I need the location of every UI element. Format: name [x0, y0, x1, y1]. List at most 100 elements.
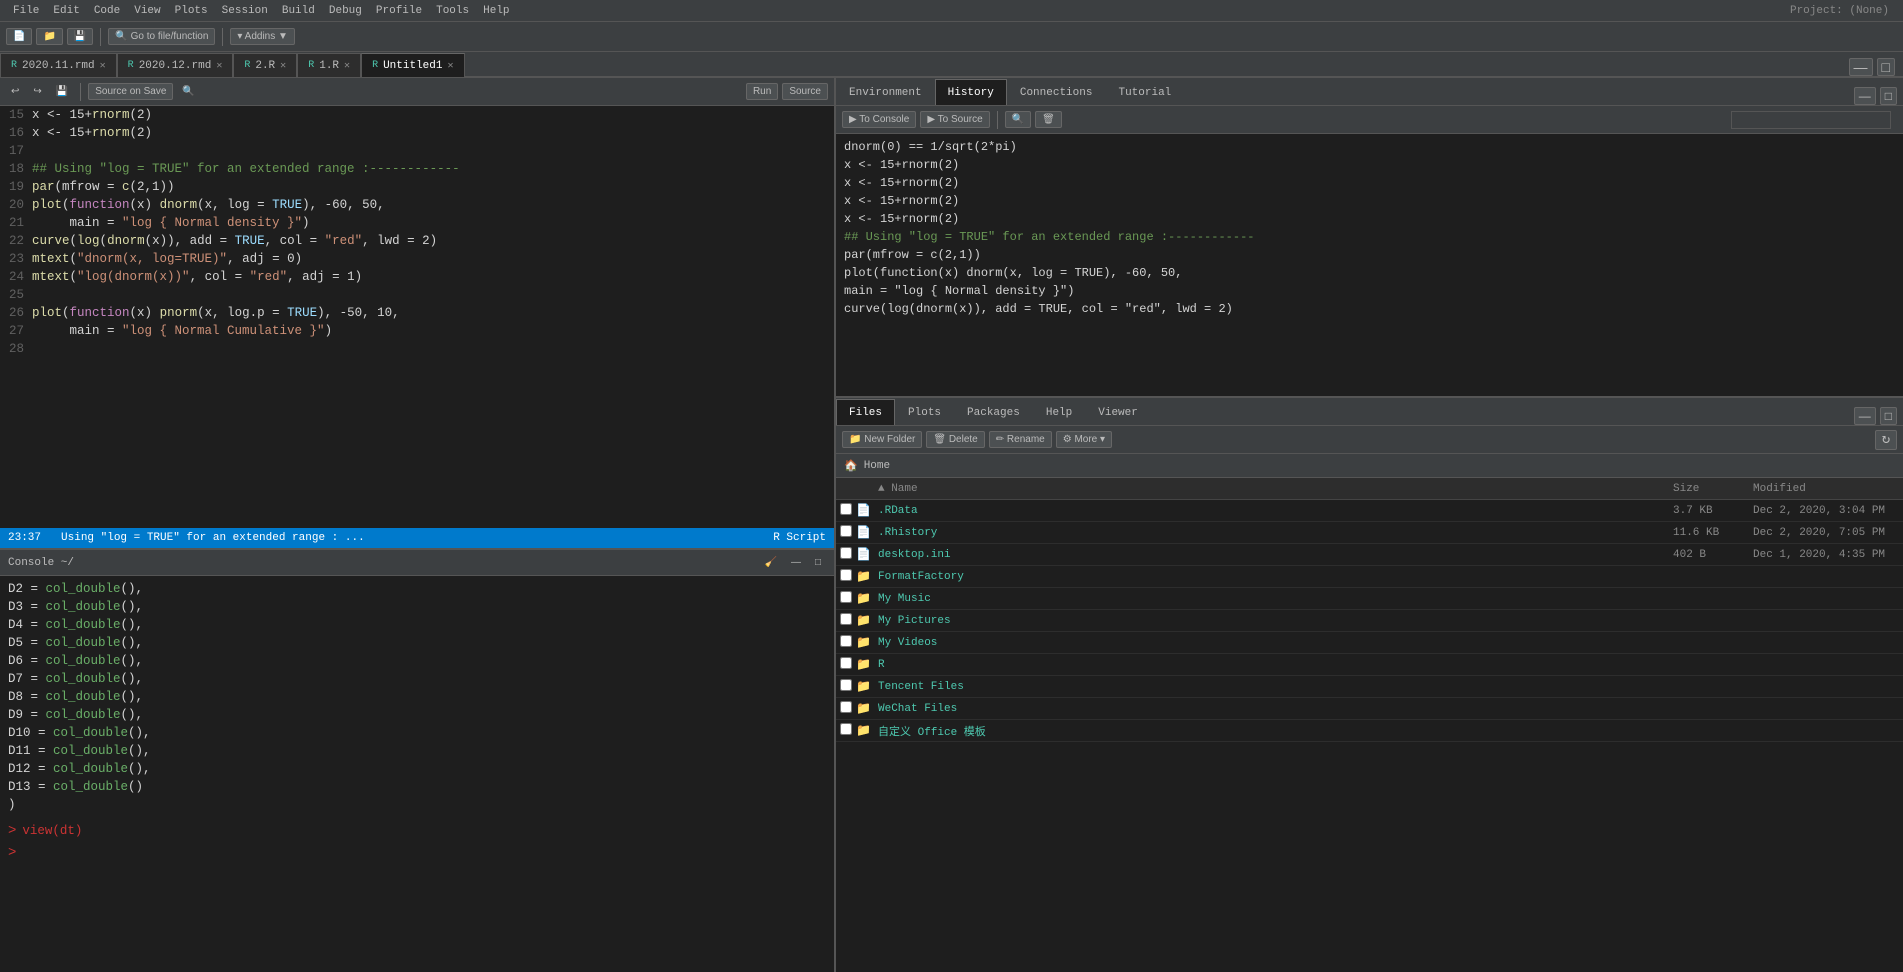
tab-2r[interactable]: R 2.R ✕	[233, 53, 297, 77]
folder-name-tencentfiles[interactable]: Tencent Files	[874, 681, 1669, 693]
save-file-btn[interactable]: 💾	[51, 84, 73, 99]
minimize-right-bottom-btn[interactable]: —	[1854, 407, 1876, 425]
minimize-right-top-btn[interactable]: —	[1854, 87, 1876, 105]
menu-profile[interactable]: Profile	[369, 3, 429, 19]
addins-btn[interactable]: ▾ Addins ▼	[230, 28, 295, 45]
delete-btn[interactable]: 🗑 Delete	[926, 431, 984, 448]
more-btn[interactable]: ⚙ More ▾	[1056, 431, 1112, 448]
file-name-rhistory[interactable]: .Rhistory	[874, 527, 1669, 539]
rename-btn[interactable]: ✏ Rename	[989, 431, 1052, 448]
tab-close-2020-12[interactable]: ✕	[216, 60, 222, 72]
code-editor[interactable]: 15 x <- 15+rnorm(2) 16 x <- 15+rnorm(2) …	[0, 106, 834, 528]
folder-name-office[interactable]: 自定义 Office 模板	[874, 723, 1669, 739]
folder-row-mypictures[interactable]: 📁 My Pictures	[836, 610, 1903, 632]
console-clear-btn[interactable]: 🧹	[760, 555, 782, 570]
file-checkbox-desktop[interactable]	[840, 547, 852, 559]
maximize-right-top-btn[interactable]: □	[1880, 87, 1897, 105]
file-row-rhistory[interactable]: 📄 .Rhistory 11.6 KB Dec 2, 2020, 7:05 PM	[836, 522, 1903, 544]
undo-btn[interactable]: ↩	[6, 84, 24, 99]
folder-row-tencentfiles[interactable]: 📁 Tencent Files	[836, 676, 1903, 698]
file-row-desktop[interactable]: 📄 desktop.ini 402 B Dec 1, 2020, 4:35 PM	[836, 544, 1903, 566]
file-checkbox-mypictures[interactable]	[840, 613, 852, 625]
file-row-rdata[interactable]: 📄 .RData 3.7 KB Dec 2, 2020, 3:04 PM	[836, 500, 1903, 522]
folder-row-myvideos[interactable]: 📁 My Videos	[836, 632, 1903, 654]
save-btn[interactable]: 💾	[67, 28, 93, 45]
source-btn[interactable]: Source	[782, 83, 828, 100]
source-on-save-btn[interactable]: Source on Save	[88, 83, 173, 100]
maximize-right-bottom-btn[interactable]: □	[1880, 407, 1897, 425]
tab-untitled1[interactable]: R Untitled1 ✕	[361, 53, 464, 77]
folder-row-r[interactable]: 📁 R	[836, 654, 1903, 676]
menu-view[interactable]: View	[127, 3, 167, 19]
console-minimize-btn[interactable]: —	[786, 555, 806, 570]
search-btn[interactable]: 🔍	[177, 84, 199, 99]
file-checkbox-r[interactable]	[840, 657, 852, 669]
folder-name-wechatfiles[interactable]: WeChat Files	[874, 703, 1669, 715]
open-file-btn[interactable]: 📁	[36, 28, 62, 45]
tab-close-untitled1[interactable]: ✕	[448, 60, 454, 72]
tab-files[interactable]: Files	[836, 399, 895, 425]
file-checkbox-formatfactory[interactable]	[840, 569, 852, 581]
tab-plots[interactable]: Plots	[895, 399, 954, 425]
file-checkbox-wechatfiles[interactable]	[840, 701, 852, 713]
folder-name-myvideos[interactable]: My Videos	[874, 637, 1669, 649]
tab-close-1r[interactable]: ✕	[344, 60, 350, 72]
file-checkbox-office[interactable]	[840, 723, 852, 735]
history-clear-btn[interactable]: 🗑	[1035, 111, 1062, 128]
console-maximize-btn[interactable]: □	[810, 555, 826, 570]
tab-viewer[interactable]: Viewer	[1085, 399, 1151, 425]
folder-row-formatfactory[interactable]: 📁 FormatFactory	[836, 566, 1903, 588]
file-checkbox-mymusic[interactable]	[840, 591, 852, 603]
minimize-editor-btn[interactable]: —	[1849, 58, 1873, 76]
menu-debug[interactable]: Debug	[322, 3, 369, 19]
tab-close-2020-11[interactable]: ✕	[100, 60, 106, 72]
menu-build[interactable]: Build	[275, 3, 322, 19]
go-to-file-btn[interactable]: 🔍 Go to file/function	[108, 28, 215, 45]
to-source-btn[interactable]: ▶ To Source	[920, 111, 989, 128]
maximize-editor-btn[interactable]: □	[1877, 58, 1895, 76]
folder-row-office[interactable]: 📁 自定义 Office 模板	[836, 720, 1903, 742]
tab-2020-12[interactable]: R 2020.12.rmd ✕	[117, 53, 234, 77]
menu-code[interactable]: Code	[87, 3, 127, 19]
folder-name-r[interactable]: R	[874, 659, 1669, 671]
tab-help[interactable]: Help	[1033, 399, 1085, 425]
folder-name-mypictures[interactable]: My Pictures	[874, 615, 1669, 627]
new-file-btn[interactable]: 📄	[6, 28, 32, 45]
refresh-btn[interactable]: ↻	[1875, 430, 1897, 450]
tab-environment[interactable]: Environment	[836, 79, 935, 105]
console-prompt-line[interactable]: > view(dt)	[8, 822, 826, 840]
file-checkbox-rhistory[interactable]	[840, 525, 852, 537]
tab-close-2r[interactable]: ✕	[280, 60, 286, 72]
file-name-desktop[interactable]: desktop.ini	[874, 549, 1669, 561]
tab-tutorial[interactable]: Tutorial	[1105, 79, 1184, 105]
new-folder-btn[interactable]: 📁 New Folder	[842, 431, 922, 448]
tab-1r[interactable]: R 1.R ✕	[297, 53, 361, 77]
file-checkbox-rdata[interactable]	[840, 503, 852, 515]
tab-packages[interactable]: Packages	[954, 399, 1033, 425]
history-search-input[interactable]	[1731, 111, 1891, 129]
tab-history[interactable]: History	[935, 79, 1007, 105]
file-checkbox-tencentfiles[interactable]	[840, 679, 852, 691]
file-modified-rhistory: Dec 2, 2020, 7:05 PM	[1749, 527, 1899, 539]
file-name-rdata[interactable]: .RData	[874, 505, 1669, 517]
menu-edit[interactable]: Edit	[46, 3, 86, 19]
menu-help[interactable]: Help	[476, 3, 516, 19]
menu-session[interactable]: Session	[215, 3, 275, 19]
redo-btn[interactable]: ↪	[28, 84, 46, 99]
run-btn[interactable]: Run	[746, 83, 778, 100]
history-search-btn[interactable]: 🔍	[1005, 111, 1031, 128]
file-checkbox-myvideos[interactable]	[840, 635, 852, 647]
folder-row-mymusic[interactable]: 📁 My Music	[836, 588, 1903, 610]
console-empty-prompt[interactable]: >	[8, 844, 826, 862]
menu-tools[interactable]: Tools	[429, 3, 476, 19]
menu-plots[interactable]: Plots	[168, 3, 215, 19]
file-modified-rdata: Dec 2, 2020, 3:04 PM	[1749, 505, 1899, 517]
folder-name-formatfactory[interactable]: FormatFactory	[874, 571, 1669, 583]
folder-name-mymusic[interactable]: My Music	[874, 593, 1669, 605]
to-console-btn[interactable]: ▶ To Console	[842, 111, 916, 128]
tab-2020-11[interactable]: R 2020.11.rmd ✕	[0, 53, 117, 77]
folder-row-wechatfiles[interactable]: 📁 WeChat Files	[836, 698, 1903, 720]
menu-file[interactable]: File	[6, 3, 46, 19]
tab-connections[interactable]: Connections	[1007, 79, 1106, 105]
path-home[interactable]: Home	[864, 460, 890, 472]
